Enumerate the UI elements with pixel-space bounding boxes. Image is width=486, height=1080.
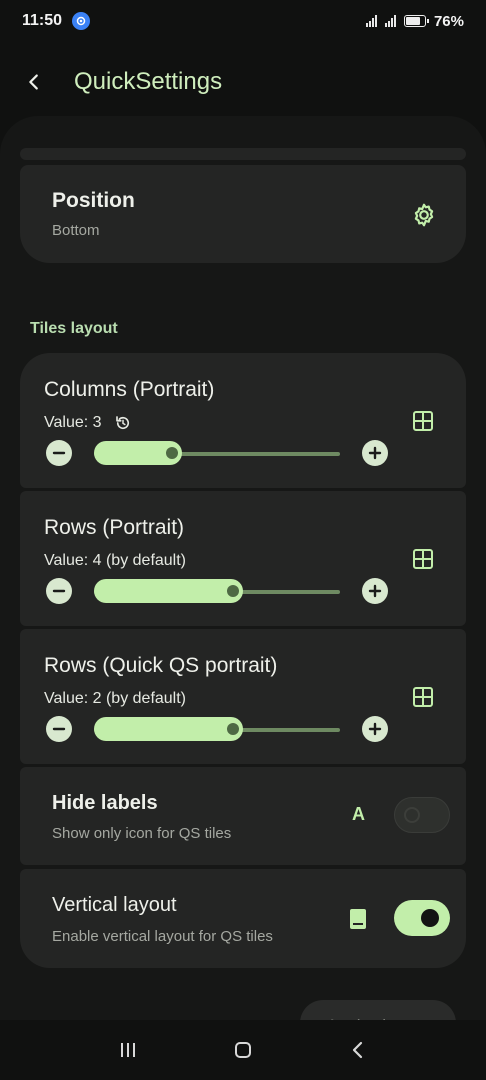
section-label-tiles-layout: Tiles layout (30, 320, 118, 337)
slider-title: Columns (Portrait) (44, 378, 215, 401)
vertical-layout-toggle[interactable] (394, 900, 450, 936)
top-app-bar: QuickSettings (0, 56, 486, 108)
recents-icon (120, 1043, 135, 1057)
rows-portrait-slider[interactable] (44, 576, 390, 606)
gear-icon (414, 203, 434, 227)
increment-button[interactable] (362, 578, 388, 604)
position-card[interactable]: Position Bottom (20, 165, 466, 263)
nav-back-button[interactable] (328, 1020, 388, 1080)
text-label-icon: A (352, 804, 365, 824)
signal-icon (365, 15, 377, 27)
decrement-button[interactable] (46, 716, 72, 742)
page-title: QuickSettings (74, 68, 223, 95)
slider-fill (94, 717, 244, 741)
status-right: 76% (365, 12, 464, 30)
slider-fill (94, 579, 244, 603)
rows-quick-qs-slider[interactable] (44, 714, 390, 744)
vertical-layout-subtitle: Enable vertical layout for QS tiles (52, 928, 273, 945)
toggle-knob (421, 909, 439, 927)
slider-title: Rows (Quick QS portrait) (44, 654, 278, 677)
hide-labels-subtitle: Show only icon for QS tiles (52, 825, 232, 842)
system-navigation-bar (0, 1020, 486, 1080)
vertical-layout-title: Vertical layout (52, 894, 177, 916)
position-settings-button[interactable] (406, 197, 442, 233)
phone-icon (346, 907, 370, 931)
minus-icon (52, 727, 66, 731)
slider-value: Value: 3 (44, 414, 102, 431)
chevron-left-icon (29, 74, 38, 90)
increment-button[interactable] (362, 716, 388, 742)
plus-icon (368, 446, 382, 460)
plus-icon (368, 584, 382, 598)
battery-percent: 76% (433, 12, 464, 30)
slider-thumb[interactable] (165, 447, 178, 459)
plus-icon (368, 722, 382, 736)
position-subtitle: Bottom (52, 222, 100, 239)
grid-icon (410, 684, 436, 710)
minus-icon (52, 589, 66, 593)
reset-icon (115, 416, 129, 430)
battery-icon (403, 15, 429, 27)
reset-button[interactable] (114, 414, 132, 432)
decrement-button[interactable] (46, 440, 72, 466)
settings-notification-icon (72, 12, 91, 30)
card-top-edge (20, 148, 466, 160)
status-bar: 11:50 76% (0, 0, 486, 42)
recents-button[interactable] (98, 1020, 158, 1080)
decrement-button[interactable] (46, 578, 72, 604)
grid-icon (410, 408, 436, 434)
signal-icon (384, 15, 396, 27)
status-time: 11:50 (22, 12, 63, 29)
hide-labels-card[interactable]: Hide labels Show only icon for QS tiles … (20, 767, 466, 865)
hide-labels-title: Hide labels (52, 792, 158, 814)
toggle-knob (404, 807, 420, 823)
home-button[interactable] (213, 1020, 273, 1080)
position-title: Position (52, 189, 135, 212)
back-icon (353, 1041, 363, 1059)
slider-value: Value: 4 (by default) (44, 552, 187, 569)
minus-icon (52, 451, 66, 455)
back-button[interactable] (8, 56, 60, 108)
grid-icon (410, 546, 436, 572)
hide-labels-toggle[interactable] (394, 797, 450, 833)
vertical-layout-card[interactable]: Vertical layout Enable vertical layout f… (20, 869, 466, 968)
home-icon (234, 1042, 251, 1058)
columns-portrait-slider[interactable] (44, 438, 390, 468)
slider-title: Rows (Portrait) (44, 516, 185, 539)
slider-value: Value: 2 (by default) (44, 690, 187, 707)
increment-button[interactable] (362, 440, 388, 466)
